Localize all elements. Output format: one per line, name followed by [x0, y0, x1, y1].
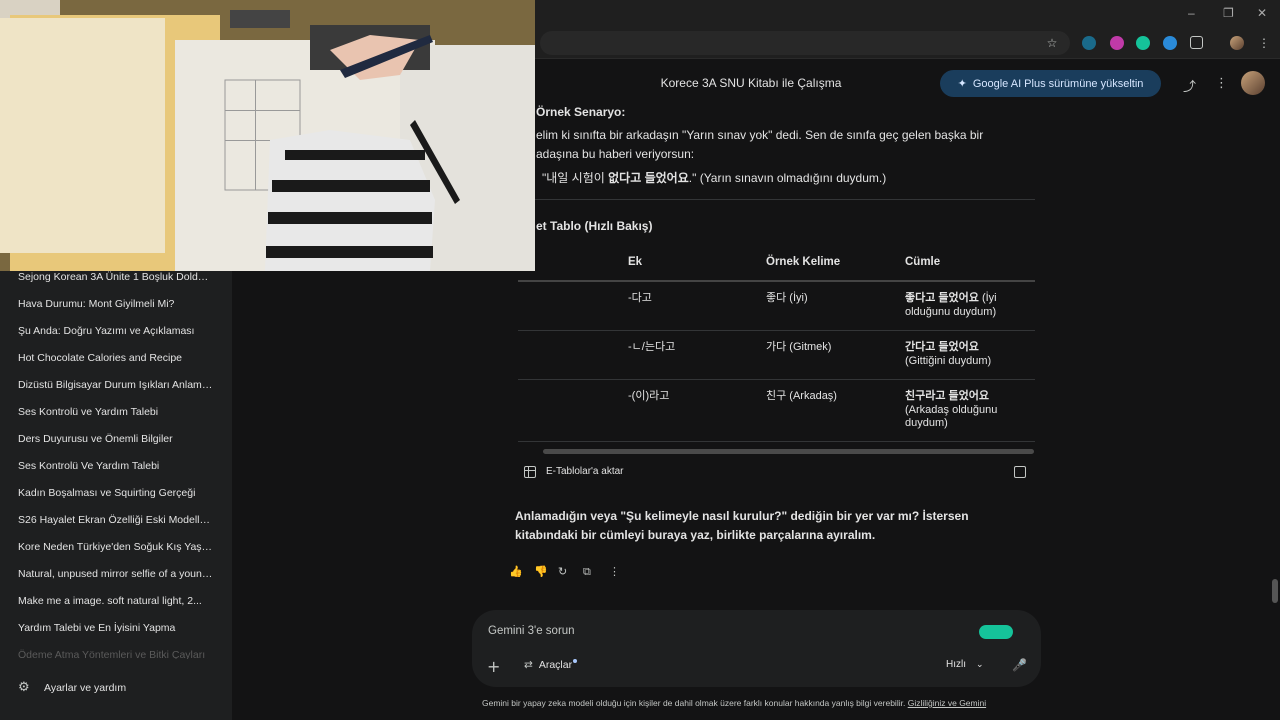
chevron-down-icon: ⌄ — [976, 660, 984, 670]
table-cell-sentence-line: duydum) — [905, 417, 948, 429]
bookmark-star-icon[interactable]: ☆ — [1045, 36, 1059, 50]
table-cell-word: 가다 (Gitmek) — [766, 341, 832, 353]
sidebar-chat-item[interactable]: Ses Kontrolü Ve Yardım Talebi — [18, 460, 213, 472]
browser-menu-icon[interactable]: ⋮ — [1257, 36, 1271, 50]
webcam-overlay — [0, 0, 535, 271]
table-cell-ek: -다고 — [628, 292, 652, 304]
table-cell-sentence-line: olduğunu duydum) — [905, 306, 997, 318]
sidebar-chat-item[interactable]: Make me a image. soft natural light, 2..… — [18, 595, 213, 607]
prompt-box — [472, 610, 1041, 687]
more-actions-icon[interactable]: ⋮ — [609, 565, 620, 578]
minimize-button[interactable]: – — [1188, 6, 1195, 20]
more-options-icon[interactable]: ⋮ — [1215, 76, 1228, 91]
sidebar-chat-item[interactable]: Sejong Korean 3A Ünite 1 Boşluk Doldurma — [18, 271, 213, 283]
sidebar-chat-item[interactable]: Natural, unpused mirror selfie of a youn… — [18, 568, 213, 580]
table-header-ek: Ek — [628, 256, 643, 268]
example-bold: 없다고 들었어요 — [608, 171, 689, 185]
tools-label: Araçlar — [538, 659, 573, 671]
regenerate-icon[interactable]: ↻ — [558, 565, 567, 578]
sidebar-chat-item[interactable]: Kadın Boşalması ve Squirting Gerçeği — [18, 487, 213, 499]
example-pre: "내일 시험이 — [542, 171, 609, 185]
grammarly-badge-icon[interactable] — [979, 625, 1013, 639]
table-cell-word: 친구 (Arkadaş) — [766, 390, 837, 402]
sentence-bold: 좋다고 들었어요 — [905, 292, 979, 304]
export-to-sheets-button[interactable]: E-Tablolar'a aktar — [546, 466, 624, 477]
sidebar-chat-item[interactable]: Ödeme Atma Yöntemleri ve Bitki Çayları — [18, 649, 213, 659]
table-row-divider — [518, 379, 1035, 380]
table-cell-word: 좋다 (İyi) — [766, 292, 808, 304]
profile-avatar[interactable] — [1230, 36, 1244, 50]
extension-purple-icon[interactable] — [1110, 36, 1124, 50]
table-row-divider — [518, 330, 1035, 331]
table-cell-ek: -(이)라고 — [628, 390, 670, 402]
sidebar-chat-item[interactable]: S26 Hayalet Ekran Özelliği Eski Modeller… — [18, 514, 213, 526]
privacy-link[interactable]: Gizliliğiniz ve Gemini — [908, 698, 986, 708]
settings-label: Ayarlar ve yardım — [44, 682, 127, 694]
closing-text-line: Anlamadığın veya "Şu kelimeyle nasıl kur… — [515, 509, 969, 523]
table-header-divider — [518, 280, 1035, 282]
disclaimer: Gemini bir yapay zeka modeli olduğu için… — [482, 698, 986, 708]
model-mode-selector[interactable]: Hızlı ⌄ — [946, 659, 984, 670]
restore-button[interactable]: ❐ — [1223, 6, 1234, 20]
table-cell-sentence-line: (Arkadaş olduğunu — [905, 404, 998, 416]
extensions-puzzle-icon[interactable] — [1190, 36, 1203, 49]
table-row-divider — [518, 441, 1035, 442]
copy-icon[interactable]: ⧉ — [583, 565, 591, 579]
sidebar-chat-item[interactable]: Hot Chocolate Calories and Recipe — [18, 352, 213, 364]
avatar[interactable] — [1241, 71, 1265, 95]
settings-and-help[interactable]: ⚙ Ayarlar ve yardım — [18, 680, 126, 695]
table-cell-ek: -ㄴ/는다고 — [628, 341, 676, 353]
table-header-word: Örnek Kelime — [766, 256, 841, 268]
extension-blue-icon[interactable] — [1163, 36, 1177, 50]
sidebar-chat-item[interactable]: Ders Duyurusu ve Önemli Bilgiler — [18, 433, 213, 445]
sidebar-chat-item[interactable]: Yardım Talebi ve En İyisini Yapma — [18, 622, 213, 634]
prompt-input[interactable]: Gemini 3'e sorun — [488, 625, 575, 637]
grammarly-extension-icon[interactable] — [1136, 36, 1150, 50]
share-icon[interactable]: ⤴ — [1183, 76, 1196, 95]
divider — [518, 199, 1035, 200]
address-bar[interactable] — [540, 31, 1070, 55]
page-scrollbar[interactable] — [1272, 579, 1278, 603]
notification-dot — [573, 659, 578, 663]
sidebar-chat-item[interactable]: Dizüstü Bilgisayar Durum Işıkları Anlaml… — [18, 379, 213, 391]
table-cell-sentence: 친구라고 들었어요 — [905, 390, 990, 402]
conversation-title: Korece 3A SNU Kitabı ile Çalışma — [660, 76, 842, 90]
sidebar-chat-item[interactable]: Kore Neden Türkiye'den Soğuk Kış Yaşıyor — [18, 541, 213, 553]
example-sentence: "내일 시험이 없다고 들었어요." (Yarın sınavın olmadı… — [542, 169, 886, 188]
close-window-button[interactable]: ✕ — [1257, 6, 1267, 20]
sparkle-icon: ✦ — [957, 77, 967, 90]
table-cell-sentence: 좋다고 들었어요 (İyi — [905, 292, 997, 305]
disclaimer-text: Gemini bir yapay zeka modeli olduğu için… — [482, 698, 906, 708]
copy-table-icon[interactable] — [1014, 466, 1026, 478]
tools-button[interactable]: ⇄ Araçlar — [524, 659, 578, 671]
thumbs-up-icon[interactable]: 👍 — [509, 565, 523, 578]
sentence-gloss: (İyi — [978, 292, 997, 304]
sidebar-chat-item[interactable]: Hava Durumu: Mont Giyilmeli Mi? — [18, 298, 213, 310]
sidebar-chat-item[interactable]: Şu Anda: Doğru Yazımı ve Açıklaması — [18, 325, 213, 337]
example-post: ." (Yarın sınavın olmadığını duydum.) — [688, 171, 887, 185]
table-horizontal-scrollbar[interactable] — [543, 449, 1034, 454]
microphone-icon[interactable]: 🎤 — [1012, 658, 1027, 672]
scenario-title: Örnek Senaryo: — [536, 105, 626, 119]
scenario-text-line: adaşına bu haberi veriyorsun: — [536, 147, 695, 161]
thumbs-down-icon[interactable]: 👎 — [534, 565, 548, 578]
gear-icon: ⚙ — [18, 680, 30, 695]
upgrade-button[interactable]: ✦ Google AI Plus sürümüne yükseltin — [940, 70, 1161, 97]
tools-icon: ⇄ — [524, 659, 533, 671]
extension-translate-icon[interactable] — [1082, 36, 1096, 50]
add-file-icon[interactable]: + — [487, 657, 500, 676]
table-section-title: et Tablo (Hızlı Bakış) — [536, 219, 653, 233]
table-header-sentence: Cümle — [905, 256, 941, 268]
closing-text-line: kitabındaki bir cümleyi buraya yaz, birl… — [515, 528, 876, 542]
mode-label: Hızlı — [946, 659, 966, 670]
table-cell-sentence-line: (Gittiğini duydum) — [905, 355, 992, 367]
sidebar-chat-item[interactable]: Ses Kontrolü ve Yardım Talebi — [18, 406, 213, 418]
table-cell-sentence: 간다고 들었어요 — [905, 341, 979, 353]
scenario-text-line: elim ki sınıfta bir arkadaşın "Yarın sın… — [536, 128, 984, 142]
upgrade-label: Google AI Plus sürümüne yükseltin — [972, 78, 1144, 90]
spreadsheet-icon — [524, 466, 536, 478]
